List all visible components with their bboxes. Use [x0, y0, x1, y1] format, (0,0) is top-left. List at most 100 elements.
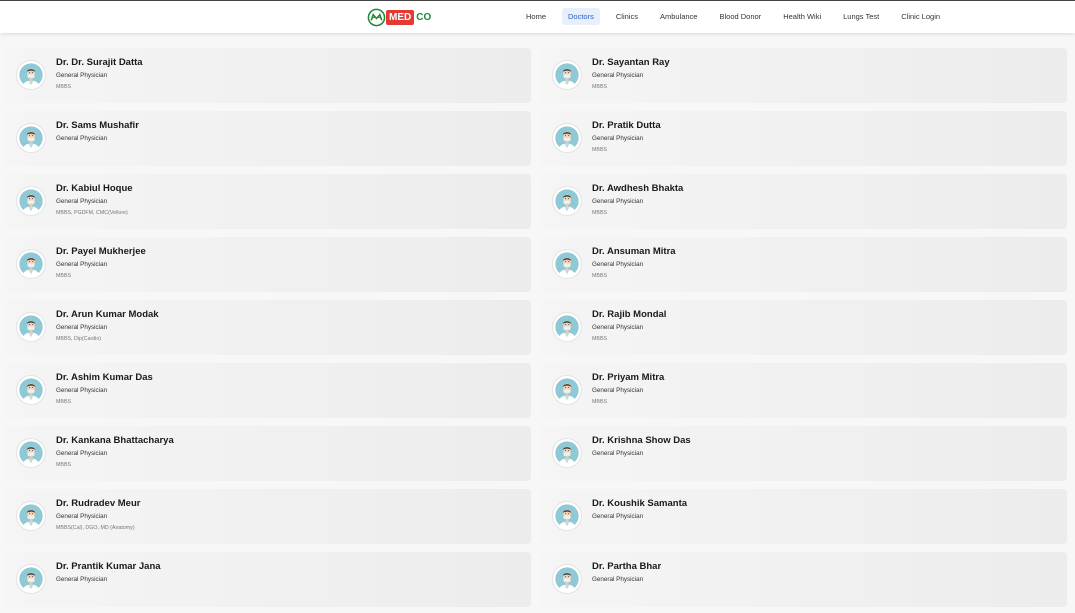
doctor-name: Dr. Arun Kumar Modak	[56, 309, 159, 320]
doctor-avatar	[552, 501, 582, 531]
doctor-name: Dr. Pratik Dutta	[592, 120, 661, 131]
doctor-card[interactable]: Dr. Payel Mukherjee General Physician MBBS	[5, 237, 531, 292]
nav-doctors[interactable]: Doctors	[562, 8, 600, 25]
doctor-specialty: General Physician	[56, 135, 108, 142]
doctor-name: Dr. Kabiul Hoque	[56, 183, 133, 194]
doctor-specialty: General Physician	[56, 198, 108, 205]
doctor-specialty: General Physician	[56, 261, 108, 268]
doctor-list: Dr. Dr. Surajit Datta General Physician MB…	[5, 48, 1067, 607]
doctor-qualification: MBBS	[592, 273, 608, 279]
doctor-specialty: General Physician	[592, 198, 644, 205]
doctor-avatar-icon	[17, 124, 45, 152]
nav-clinics[interactable]: Clinics	[610, 8, 644, 25]
doctor-avatar	[16, 60, 46, 90]
doctor-avatar-icon	[553, 376, 581, 404]
doctor-name: Dr. Kankana Bhattacharya	[56, 435, 174, 446]
doctor-avatar	[552, 438, 582, 468]
doctor-specialty: General Physician	[592, 513, 644, 520]
doctor-avatar-icon	[17, 439, 45, 467]
doctor-avatar	[552, 249, 582, 279]
doctor-avatar	[552, 60, 582, 90]
doctor-avatar-icon	[17, 313, 45, 341]
nav-lungs-test[interactable]: Lungs Test	[837, 8, 885, 25]
doctor-qualification: MBBS(Cal), DGO, MD (Anatomy)	[56, 525, 135, 531]
doctor-name: Dr. Dr. Surajit Datta	[56, 57, 143, 68]
doctor-name: Dr. Sayantan Ray	[592, 57, 670, 68]
doctor-card[interactable]: Dr. Kabiul Hoque General Physician MBBS, P…	[5, 174, 531, 229]
doctor-name: Dr. Rudradev Meur	[56, 498, 141, 509]
nav-health-wiki[interactable]: Health Wiki	[777, 8, 827, 25]
doctor-name: Dr. Ansuman Mitra	[592, 246, 676, 257]
doctor-card[interactable]: Dr. Arun Kumar Modak General Physician MBB…	[5, 300, 531, 355]
doctor-qualification: MBBS	[592, 210, 608, 216]
doctor-card[interactable]: Dr. Kankana Bhattacharya General Physicia…	[5, 426, 531, 481]
doctor-card[interactable]: Dr. Ansuman Mitra General Physician MBBS	[541, 237, 1067, 292]
nav-home[interactable]: Home	[520, 8, 552, 25]
doctor-avatar	[16, 312, 46, 342]
doctor-card[interactable]: Dr. Ashim Kumar Das General Physician MBBS	[5, 363, 531, 418]
doctor-avatar-icon	[553, 439, 581, 467]
medco-logo[interactable]: MED CO	[367, 8, 431, 27]
doctor-avatar	[16, 186, 46, 216]
doctor-qualification: MBBS	[592, 336, 608, 342]
doctor-specialty: General Physician	[592, 387, 644, 394]
doctor-card[interactable]: Dr. Partha Bhar General Physician	[541, 552, 1067, 607]
doctor-avatar-icon	[553, 124, 581, 152]
nav-ambulance[interactable]: Ambulance	[654, 8, 704, 25]
doctor-name: Dr. Awdhesh Bhakta	[592, 183, 684, 194]
doctor-avatar-icon	[17, 61, 45, 89]
logo-co-text: CO	[416, 12, 432, 23]
medco-logo-icon	[367, 8, 386, 27]
doctor-avatar-icon	[17, 376, 45, 404]
doctor-avatar	[552, 123, 582, 153]
doctor-avatar-icon	[553, 313, 581, 341]
nav-blood-donor[interactable]: Blood Donor	[713, 8, 767, 25]
doctor-specialty: General Physician	[592, 135, 644, 142]
doctor-avatar	[552, 375, 582, 405]
doctor-avatar-icon	[553, 502, 581, 530]
doctor-specialty: General Physician	[592, 450, 644, 457]
doctor-card[interactable]: Dr. Priyam Mitra General Physician MBBS	[541, 363, 1067, 418]
doctor-avatar-icon	[553, 187, 581, 215]
doctor-name: Dr. Partha Bhar	[592, 561, 662, 572]
doctor-name: Dr. Priyam Mitra	[592, 372, 665, 383]
doctor-card[interactable]: Dr. Prantik Kumar Jana General Physician	[5, 552, 531, 607]
doctor-specialty: General Physician	[56, 72, 108, 79]
doctor-avatar	[16, 123, 46, 153]
doctor-qualification: MBBS	[592, 399, 608, 405]
doctor-card[interactable]: Dr. Awdhesh Bhakta General Physician MBBS	[541, 174, 1067, 229]
top-navbar: MED CO Home Doctors Clinics Ambulance Blood …	[0, 1, 1075, 33]
doctor-card[interactable]: Dr. Sayantan Ray General Physician MBBS	[541, 48, 1067, 103]
doctor-avatar-icon	[553, 61, 581, 89]
doctor-avatar	[16, 249, 46, 279]
doctor-card[interactable]: Dr. Koushik Samanta General Physician	[541, 489, 1067, 544]
doctor-card[interactable]: Dr. Rudradev Meur General Physician MBBS(C…	[5, 489, 531, 544]
doctor-card[interactable]: Dr. Rajib Mondal General Physician MBBS	[541, 300, 1067, 355]
doctor-name: Dr. Prantik Kumar Jana	[56, 561, 161, 572]
doctor-specialty: General Physician	[56, 450, 108, 457]
doctor-avatar-icon	[17, 565, 45, 593]
doctor-qualification: MBBS, PGDFM, CMC(Vellore)	[56, 210, 128, 216]
doctor-avatar-icon	[17, 502, 45, 530]
doctor-specialty: General Physician	[592, 576, 644, 583]
doctor-qualification: MBBS	[592, 84, 608, 90]
doctor-avatar	[552, 564, 582, 594]
logo-med-text: MED	[386, 10, 415, 25]
doctor-card[interactable]: Dr. Dr. Surajit Datta General Physician MB…	[5, 48, 531, 103]
doctor-name: Dr. Koushik Samanta	[592, 498, 688, 509]
doctor-avatar	[552, 186, 582, 216]
doctor-name: Dr. Sams Mushafir	[56, 120, 139, 131]
nav-clinic-login[interactable]: Clinic Login	[895, 8, 946, 25]
doctor-card[interactable]: Dr. Pratik Dutta General Physician MBBS	[541, 111, 1067, 166]
doctor-avatar-icon	[17, 250, 45, 278]
doctor-avatar-icon	[553, 250, 581, 278]
doctor-specialty: General Physician	[56, 513, 108, 520]
doctor-avatar	[16, 375, 46, 405]
doctor-name: Dr. Payel Mukherjee	[56, 246, 146, 257]
doctor-card[interactable]: Dr. Krishna Show Das General Physician	[541, 426, 1067, 481]
doctor-specialty: General Physician	[592, 324, 644, 331]
doctor-name: Dr. Krishna Show Das	[592, 435, 691, 446]
main-nav: Home Doctors Clinics Ambulance Blood Donor He…	[520, 8, 956, 25]
doctor-specialty: General Physician	[592, 261, 644, 268]
doctor-card[interactable]: Dr. Sams Mushafir General Physician	[5, 111, 531, 166]
